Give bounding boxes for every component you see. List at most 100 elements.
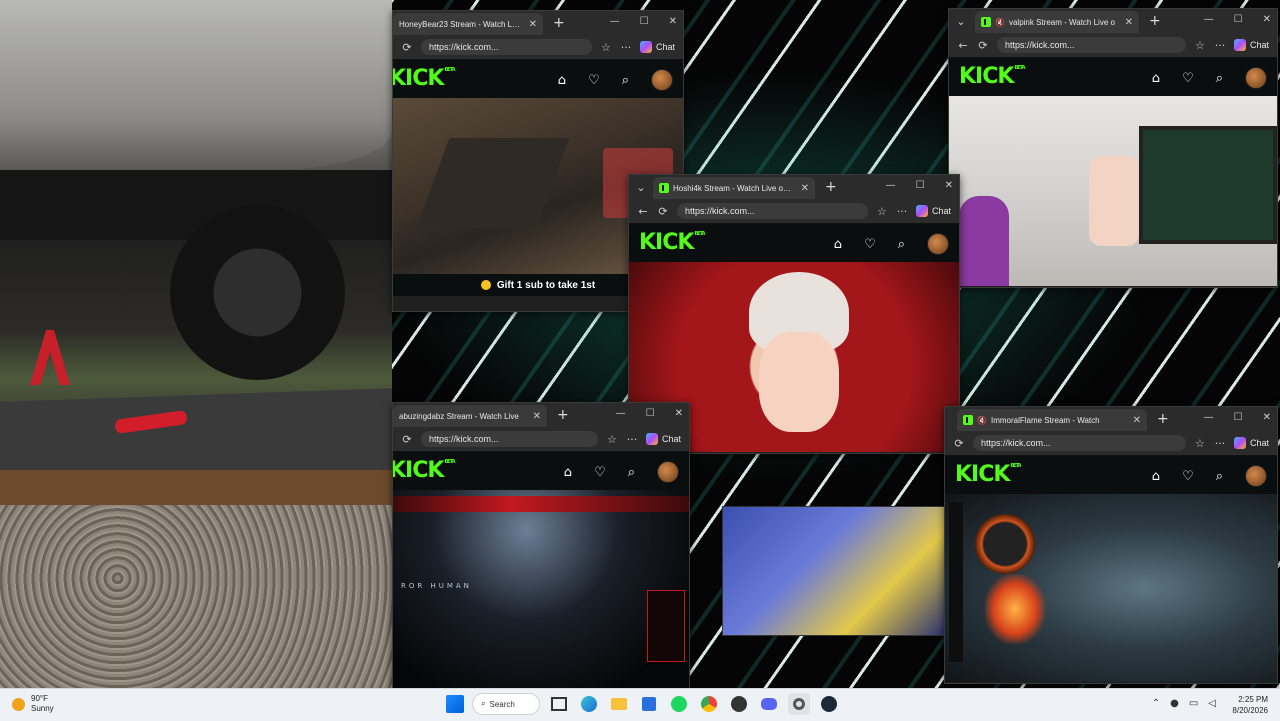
tab-abuzingdabz[interactable]: abuzingdabz Stream - Watch Live ✕ bbox=[393, 405, 547, 427]
maximize-button[interactable]: ☐ bbox=[1234, 412, 1243, 423]
taskbar-search[interactable]: ⌕ Search bbox=[472, 693, 540, 715]
avatar[interactable] bbox=[657, 461, 679, 483]
edge-icon[interactable] bbox=[578, 693, 600, 715]
store-app-icon[interactable] bbox=[638, 693, 660, 715]
url-field[interactable]: https://kick.com... bbox=[421, 431, 598, 447]
file-explorer-icon[interactable] bbox=[608, 693, 630, 715]
spotify-icon[interactable] bbox=[668, 693, 690, 715]
favorite-icon[interactable]: ☆ bbox=[1194, 39, 1206, 52]
maximize-button[interactable]: ☐ bbox=[640, 16, 649, 27]
store-icon[interactable]: ⌂ bbox=[1152, 469, 1160, 484]
taskbar-clock[interactable]: 2:25 PM 8/20/2026 bbox=[1232, 694, 1268, 716]
close-tab-icon[interactable]: ✕ bbox=[1125, 17, 1133, 28]
close-tab-icon[interactable]: ✕ bbox=[529, 19, 537, 30]
mute-icon[interactable]: 🔇 bbox=[977, 416, 987, 425]
reload-icon[interactable]: ⟳ bbox=[401, 433, 413, 446]
copilot-chat-button[interactable]: Chat bbox=[1233, 39, 1269, 51]
reload-icon[interactable]: ⟳ bbox=[657, 205, 669, 218]
windows-start-icon[interactable] bbox=[446, 695, 464, 713]
settings-icon[interactable] bbox=[788, 693, 810, 715]
mic-icon[interactable]: ● bbox=[1170, 698, 1179, 709]
avatar[interactable] bbox=[1245, 67, 1267, 89]
favorite-icon[interactable]: ☆ bbox=[1194, 437, 1206, 450]
new-tab-button[interactable]: + bbox=[557, 407, 569, 423]
search-icon[interactable]: ⌕ bbox=[898, 237, 905, 252]
reload-icon[interactable]: ⟳ bbox=[953, 437, 965, 450]
avatar[interactable] bbox=[927, 233, 949, 255]
kick-logo[interactable]: KICKBETA bbox=[393, 460, 456, 482]
steam-icon[interactable] bbox=[818, 693, 840, 715]
favorite-icon[interactable]: ☆ bbox=[606, 433, 618, 446]
heart-icon[interactable]: ♡ bbox=[1182, 469, 1194, 484]
minimize-button[interactable]: — bbox=[1204, 14, 1214, 25]
back-icon[interactable]: ← bbox=[637, 205, 649, 218]
kick-logo[interactable]: KICKBETA bbox=[639, 232, 706, 254]
network-icon[interactable]: ▭ bbox=[1189, 698, 1198, 709]
stream-video[interactable]: ROR HUMAN bbox=[393, 490, 689, 689]
heart-icon[interactable]: ♡ bbox=[1182, 71, 1194, 86]
new-tab-button[interactable]: + bbox=[553, 15, 565, 31]
task-view-icon[interactable] bbox=[548, 693, 570, 715]
url-field[interactable]: https://kick.com... bbox=[421, 39, 592, 55]
app-icon[interactable] bbox=[728, 693, 750, 715]
kick-logo[interactable]: KICKBETA bbox=[959, 66, 1026, 88]
discord-icon[interactable] bbox=[758, 693, 780, 715]
copilot-chat-button[interactable]: Chat bbox=[639, 41, 675, 53]
chevron-up-icon[interactable]: ⌃ bbox=[1152, 698, 1160, 709]
tab-list-icon[interactable]: ⌄ bbox=[635, 181, 647, 194]
heart-icon[interactable]: ♡ bbox=[594, 465, 606, 480]
close-window-button[interactable]: ✕ bbox=[669, 16, 677, 27]
back-icon[interactable]: ← bbox=[957, 39, 969, 52]
close-window-button[interactable]: ✕ bbox=[1263, 412, 1271, 423]
tab-hoshi4k[interactable]: Hoshi4k Stream - Watch Live on K ✕ bbox=[653, 177, 815, 199]
url-field[interactable]: https://kick.com... bbox=[973, 435, 1186, 451]
kick-logo[interactable]: KICKBETA bbox=[955, 464, 1022, 486]
favorite-icon[interactable]: ☆ bbox=[600, 41, 612, 54]
search-icon[interactable]: ⌕ bbox=[622, 73, 629, 88]
minimize-button[interactable]: — bbox=[886, 180, 896, 191]
copilot-chat-button[interactable]: Chat bbox=[1233, 437, 1269, 449]
close-window-button[interactable]: ✕ bbox=[945, 180, 953, 191]
avatar[interactable] bbox=[1245, 465, 1267, 487]
stream-video[interactable] bbox=[949, 96, 1277, 286]
avatar[interactable] bbox=[651, 69, 673, 91]
tab-valpink[interactable]: 🔇 valpink Stream - Watch Live o ✕ bbox=[975, 11, 1139, 33]
close-window-button[interactable]: ✕ bbox=[1263, 14, 1271, 25]
new-tab-button[interactable]: + bbox=[1157, 411, 1169, 427]
reload-icon[interactable]: ⟳ bbox=[977, 39, 989, 52]
url-field[interactable]: https://kick.com... bbox=[677, 203, 868, 219]
search-icon[interactable]: ⌕ bbox=[628, 465, 635, 480]
more-icon[interactable]: ··· bbox=[620, 41, 632, 54]
maximize-button[interactable]: ☐ bbox=[1234, 14, 1243, 25]
search-icon[interactable]: ⌕ bbox=[1216, 469, 1223, 484]
stream-video[interactable] bbox=[945, 494, 1277, 682]
close-window-button[interactable]: ✕ bbox=[675, 408, 683, 419]
tab-list-icon[interactable]: ⌄ bbox=[955, 15, 967, 28]
more-icon[interactable]: ··· bbox=[896, 205, 908, 218]
search-icon[interactable]: ⌕ bbox=[1216, 71, 1223, 86]
url-field[interactable]: https://kick.com... bbox=[997, 37, 1186, 53]
favorite-icon[interactable]: ☆ bbox=[876, 205, 888, 218]
tab-honeybear[interactable]: HoneyBear23 Stream - Watch Live ✕ bbox=[393, 13, 543, 35]
close-tab-icon[interactable]: ✕ bbox=[533, 411, 541, 422]
close-tab-icon[interactable]: ✕ bbox=[801, 183, 809, 194]
store-icon[interactable]: ⌂ bbox=[564, 465, 572, 480]
chrome-icon[interactable] bbox=[698, 693, 720, 715]
kick-logo[interactable]: KICKBETA bbox=[393, 68, 456, 90]
tab-immoralflame[interactable]: 🔇 ImmoralFlame Stream - Watch ✕ bbox=[957, 409, 1147, 431]
new-tab-button[interactable]: + bbox=[825, 179, 837, 195]
new-tab-button[interactable]: + bbox=[1149, 13, 1161, 29]
minimize-button[interactable]: — bbox=[616, 408, 626, 419]
more-icon[interactable]: ··· bbox=[626, 433, 638, 446]
heart-icon[interactable]: ♡ bbox=[588, 73, 600, 88]
store-icon[interactable]: ⌂ bbox=[1152, 71, 1160, 86]
volume-icon[interactable]: ◁ bbox=[1208, 698, 1216, 709]
maximize-button[interactable]: ☐ bbox=[646, 408, 655, 419]
minimize-button[interactable]: — bbox=[1204, 412, 1214, 423]
more-icon[interactable]: ··· bbox=[1214, 39, 1226, 52]
minimize-button[interactable]: — bbox=[610, 16, 620, 27]
weather-widget[interactable]: 90°F Sunny bbox=[12, 694, 54, 714]
reload-icon[interactable]: ⟳ bbox=[401, 41, 413, 54]
copilot-chat-button[interactable]: Chat bbox=[645, 433, 681, 445]
maximize-button[interactable]: ☐ bbox=[916, 180, 925, 191]
